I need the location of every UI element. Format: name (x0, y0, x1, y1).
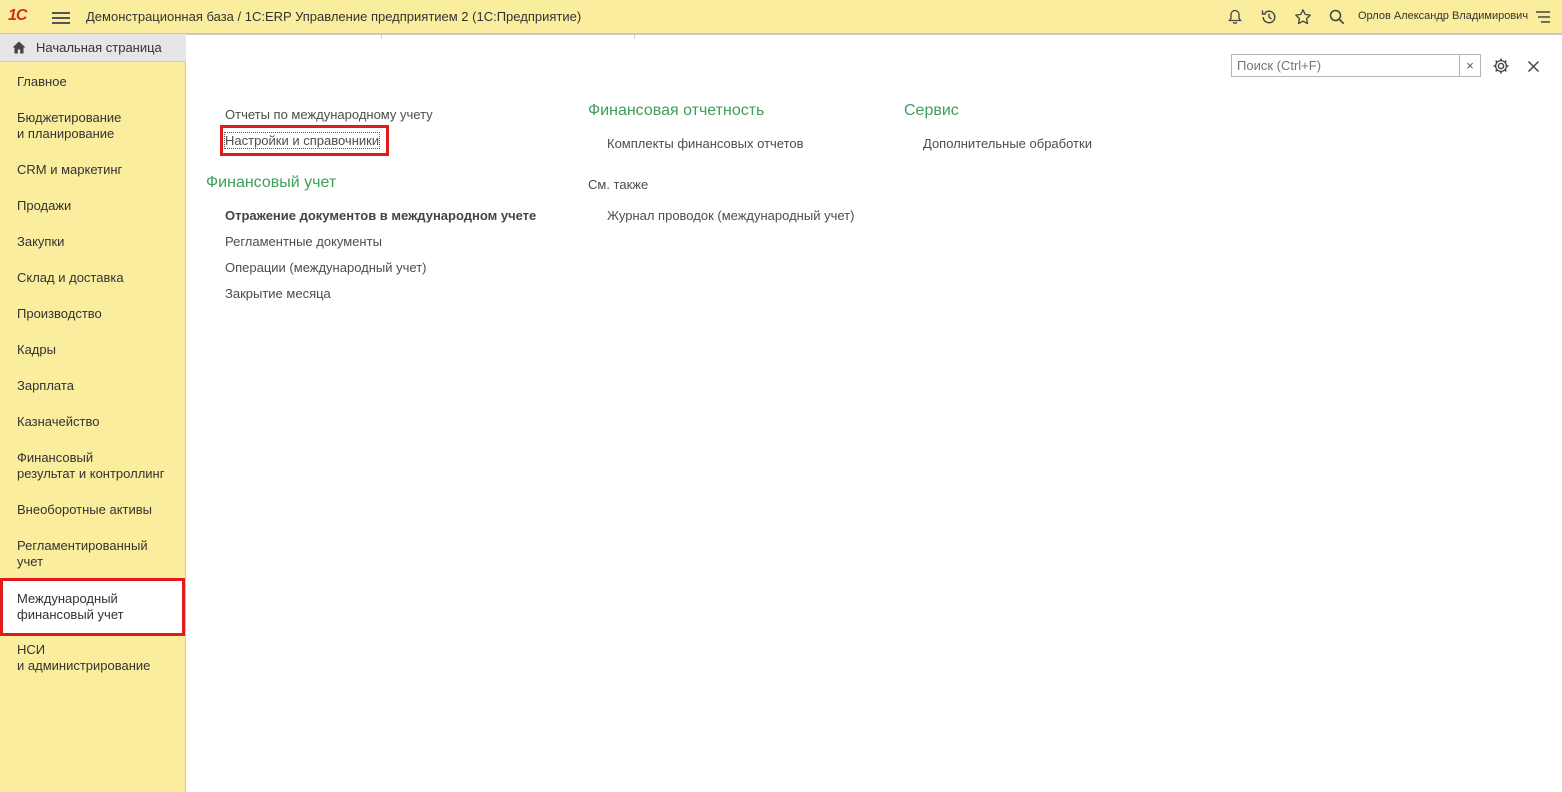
close-icon[interactable] (1522, 55, 1544, 77)
home-page-label: Начальная страница (36, 40, 162, 55)
sidebar-item-warehouse[interactable]: Склад и доставка (0, 270, 186, 286)
sidebar-item-payroll[interactable]: Зарплата (0, 378, 186, 394)
sidebar-item-financial-result[interactable]: Финансовый результат и контроллинг (0, 450, 186, 482)
sections-panel: Начальная страница Главное Бюджетировани… (0, 34, 186, 792)
sidebar-item-crm[interactable]: CRM и маркетинг (0, 162, 186, 178)
sidebar-item-hr[interactable]: Кадры (0, 342, 186, 358)
home-icon (12, 41, 26, 54)
menu-icon[interactable] (1532, 6, 1554, 28)
home-page-item[interactable]: Начальная страница (0, 34, 186, 62)
link-doc-reflection[interactable]: Отражение документов в международном уче… (225, 208, 536, 223)
bell-icon[interactable] (1224, 6, 1246, 28)
see-also-heading: См. также (588, 177, 649, 192)
sidebar-item-production[interactable]: Производство (0, 306, 186, 322)
section-title-financial-reporting: Финансовая отчетность (588, 102, 765, 119)
star-icon[interactable] (1292, 6, 1314, 28)
link-international-reports[interactable]: Отчеты по международному учету (225, 107, 433, 122)
link-settings-and-references[interactable]: Настройки и справочники (223, 132, 381, 149)
link-regulatory-docs[interactable]: Регламентные документы (225, 234, 382, 249)
search-box[interactable] (1231, 54, 1461, 77)
settings-gear-icon[interactable] (1490, 55, 1512, 77)
link-additional-processing[interactable]: Дополнительные обработки (923, 136, 1092, 151)
section-content: × Отчеты по международному учету Настрой… (186, 34, 1562, 792)
search-clear-button[interactable]: × (1459, 54, 1481, 77)
section-title-service: Сервис (904, 102, 959, 119)
app-logo[interactable]: 1С (8, 7, 27, 27)
search-icon[interactable] (1326, 6, 1348, 28)
sidebar-item-budgeting[interactable]: Бюджетирование и планирование (0, 110, 186, 142)
sidebar-item-international-accounting[interactable]: Международный финансовый учет (0, 578, 185, 636)
sidebar-item-sales[interactable]: Продажи (0, 198, 186, 214)
link-month-closing[interactable]: Закрытие месяца (225, 286, 331, 301)
history-icon[interactable] (1258, 6, 1280, 28)
tab-strip (381, 35, 635, 39)
sidebar-item-purchases[interactable]: Закупки (0, 234, 186, 250)
link-report-sets[interactable]: Комплекты финансовых отчетов (607, 136, 804, 151)
sidebar-item-main[interactable]: Главное (0, 74, 186, 90)
search-input[interactable] (1232, 55, 1460, 76)
sidebar-item-treasury[interactable]: Казначейство (0, 414, 186, 430)
main-menu-icon[interactable] (52, 9, 70, 25)
link-entries-journal[interactable]: Журнал проводок (международный учет) (607, 208, 854, 223)
top-bar: 1С Демонстрационная база / 1С:ERP Управл… (0, 0, 1562, 34)
section-title-financial-accounting: Финансовый учет (206, 174, 337, 191)
sidebar-item-fixed-assets[interactable]: Внеоборотные активы (0, 502, 186, 518)
sidebar-item-admin[interactable]: НСИ и администрирование (0, 642, 186, 674)
link-operations[interactable]: Операции (международный учет) (225, 260, 426, 275)
app-title: Демонстрационная база / 1С:ERP Управлени… (86, 9, 582, 24)
sidebar-item-regulated-accounting[interactable]: Регламентированный учет (0, 538, 186, 570)
user-name[interactable]: Орлов Александр Владимирович (1358, 10, 1528, 22)
